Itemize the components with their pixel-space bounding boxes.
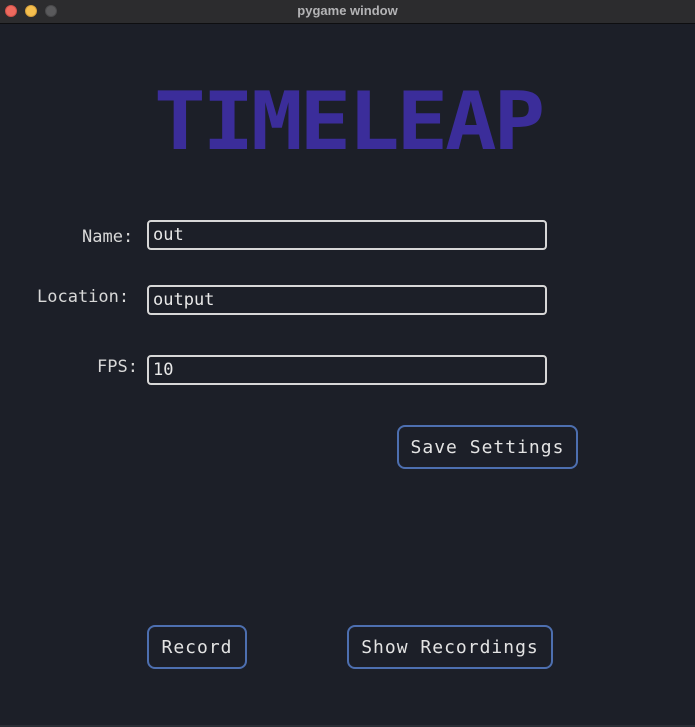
name-input[interactable] (147, 220, 547, 250)
location-input[interactable] (147, 285, 547, 315)
show-recordings-button[interactable]: Show Recordings (347, 625, 553, 669)
location-label: Location: (37, 287, 130, 307)
fps-input[interactable] (147, 355, 547, 385)
save-settings-button[interactable]: Save Settings (397, 425, 578, 469)
window-title: pygame window (297, 3, 398, 18)
fps-label: FPS: (97, 357, 138, 377)
record-button[interactable]: Record (147, 625, 247, 669)
timeleap-logo: TIMELEAP (154, 85, 544, 157)
app-window: pygame window TIMELEAP Name: Location: F… (0, 0, 695, 727)
title-bar[interactable]: pygame window (0, 0, 695, 24)
logo-text: TIMELEAP (154, 85, 542, 157)
main-content: TIMELEAP Name: Location: FPS: Save Setti… (0, 24, 695, 727)
name-label: Name: (82, 227, 134, 247)
